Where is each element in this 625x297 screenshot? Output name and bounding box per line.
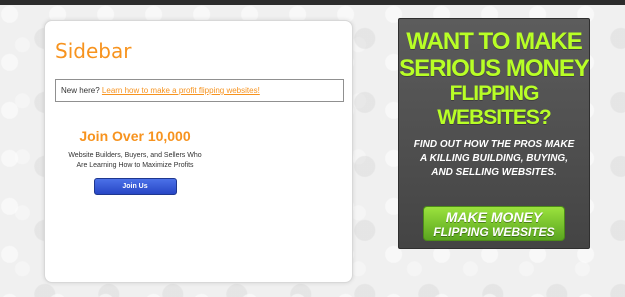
ad-headline: Want to Make Serious Money Flipping Webs…	[399, 28, 589, 130]
join-subtext-line-2: Are Learning How to Maximize Profits	[76, 162, 194, 169]
join-subtext-line-1: Website Builders, Buyers, and Sellers Wh…	[68, 152, 202, 159]
ad-headline-line-2: Serious Money	[399, 55, 589, 82]
join-subtext: Website Builders, Buyers, and Sellers Wh…	[65, 151, 205, 171]
ad-headline-line-1: Want to Make	[406, 28, 583, 55]
sidebar-panel: Sidebar New here? Learn how to make a pr…	[44, 20, 353, 283]
make-money-button-line-1: Make Money	[445, 209, 543, 225]
make-money-button-line-2: Flipping Websites	[433, 225, 555, 239]
top-nav-bar	[0, 0, 625, 5]
make-money-button[interactable]: Make Money Flipping Websites	[423, 206, 565, 241]
new-here-label: New here?	[61, 86, 100, 95]
new-here-notice: New here? Learn how to make a profit fli…	[55, 79, 344, 102]
join-heading: Join Over 10,000	[79, 128, 191, 144]
ad-subtext-line-1: Find out how the pros make	[413, 139, 575, 150]
ad-subtext: Find out how the pros make a killing bui…	[399, 138, 589, 180]
join-us-button[interactable]: Join Us	[93, 178, 177, 195]
ad-subtext-line-2: a killing building, buying,	[420, 153, 568, 164]
join-promo: Join Over 10,000 Website Builders, Buyer…	[65, 127, 205, 195]
sidebar-title: Sidebar	[55, 39, 132, 63]
flipping-websites-ad[interactable]: Want to Make Serious Money Flipping Webs…	[398, 18, 590, 249]
learn-link[interactable]: Learn how to make a profit flipping webs…	[102, 86, 260, 95]
ad-subtext-line-3: and selling websites.	[431, 167, 557, 178]
ad-headline-line-3: Flipping Websites?	[437, 82, 552, 129]
